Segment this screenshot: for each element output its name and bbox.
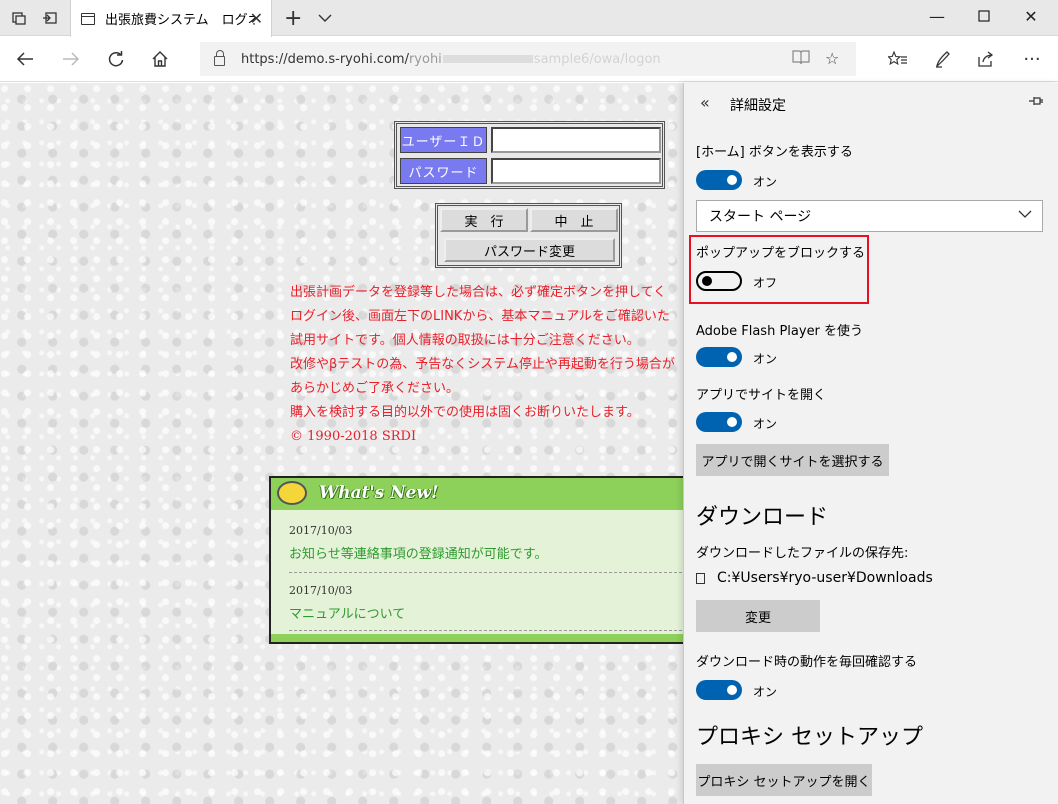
favorites-list-icon[interactable] [885,47,911,71]
home-page-select[interactable]: スタート ページ [696,200,1043,232]
download-location-label: ダウンロードしたファイルの保存先: [696,546,909,561]
flash-setting-label: Adobe Flash Player を使う [696,324,864,339]
url-path-start: ryohi [408,51,442,67]
home-icon[interactable] [147,47,173,71]
notice-item: 出張計画データを登録等した場合は、必ず確定ボタンを押してく [290,285,667,300]
home-button-setting-label: [ホーム] ボタンを表示する [696,145,853,160]
url-path-end: sample6/owa/logon [533,51,661,67]
open-in-app-toggle-state: オン [753,417,778,431]
navigation-bar: https://demo.s-ryohi.com/ryohi sample6/ow… [0,37,1058,82]
panel-title: 詳細設定 [730,98,786,114]
choose-sites-button[interactable]: アプリで開くサイトを選択する [696,444,889,476]
page-favicon-icon [81,12,95,25]
ask-download-toggle-state: オン [753,685,778,699]
ask-download-toggle[interactable] [696,680,742,700]
maximize-icon[interactable] [969,7,999,26]
refresh-icon[interactable] [103,47,129,71]
user-id-input[interactable] [491,127,661,153]
flash-toggle[interactable] [696,347,742,367]
active-tab[interactable]: 出張旅費システム ログオ ✕ [70,0,272,37]
lock-icon [214,50,225,66]
proxy-heading: プロキシ セットアップ [696,725,923,750]
home-button-toggle[interactable] [696,170,742,190]
home-button-toggle-state: オン [753,175,778,189]
window-close-icon[interactable]: ✕ [1016,7,1046,26]
reading-view-icon[interactable] [792,49,810,69]
favorite-star-icon[interactable]: ☆ [825,49,839,68]
chevron-down-icon [1018,207,1032,223]
notice-item: 試用サイトです。個人情報の取扱には十分ご注意ください。 [290,333,640,348]
divider [289,572,683,573]
set-aside-icon[interactable] [41,9,59,27]
advanced-settings-panel: « 詳細設定 [ホーム] ボタンを表示する オン スタート ページ ポップアップ… [683,83,1058,804]
news-date: 2017/10/03 [289,584,353,597]
popup-block-toggle[interactable] [696,271,742,291]
open-in-app-toggle[interactable] [696,412,742,432]
pen-icon[interactable] [930,47,956,71]
notice-item: 購入を検討する目的以外での使用は固くお断りいたします。 [290,405,640,420]
copyright: © 1990-2018 SRDI [290,429,417,444]
url-redacted [442,55,533,63]
forward-icon[interactable] [58,47,84,71]
cancel-button[interactable]: 中 止 [530,208,618,232]
handshake-icon [277,481,307,505]
divider [289,630,683,631]
news-item: 2017/10/03 お知らせ等連絡事項の登録通知が可能です。 [289,524,547,562]
open-proxy-setup-button[interactable]: プロキシ セットアップを開く [696,764,872,796]
download-path-text: C:¥Users¥ryo-user¥Downloads [717,570,933,586]
minimize-icon[interactable]: — [922,7,952,26]
close-icon[interactable]: ✕ [250,9,263,28]
password-input[interactable] [491,158,661,184]
user-id-label: ユーザーＩＤ [400,127,487,153]
double-chevron-left-icon[interactable]: « [700,93,710,112]
ask-download-label: ダウンロード時の動作を毎回確認する [696,655,918,670]
notice-list: 出張計画データを登録等した場合は、必ず確定ボタンを押してく ログイン後、画面左下… [290,281,675,449]
notice-item: あらかじめご了承ください。 [290,381,460,396]
news-link[interactable]: マニュアルについて [289,603,405,622]
news-date: 2017/10/03 [289,524,353,537]
back-icon[interactable] [12,47,38,71]
web-page: ユーザーＩＤ パスワード 実 行 中 止 パスワード変更 出張計画データを登録等… [0,83,683,804]
change-password-button[interactable]: パスワード変更 [444,238,615,262]
title-bar: 出張旅費システム ログオ ✕ + — ✕ [0,0,1058,37]
whats-new-box: What's New! 2017/10/03 お知らせ等連絡事項の登録通知が可能… [269,476,683,644]
download-path: C:¥Users¥ryo-user¥Downloads [696,570,933,586]
execute-button[interactable]: 実 行 [440,208,528,232]
plus-icon[interactable]: + [284,6,302,31]
password-label: パスワード [400,158,487,184]
popup-block-toggle-state: オフ [753,276,778,290]
notice-item: ログイン後、画面左下のLINKから、基本マニュアルをご確認いた [290,309,670,324]
address-bar[interactable]: https://demo.s-ryohi.com/ryohi sample6/ow… [200,42,856,76]
share-icon[interactable] [973,47,999,71]
chevron-down-icon[interactable] [318,8,332,27]
change-download-location-button[interactable]: 変更 [696,600,820,632]
url-host: https://demo.s-ryohi.com/ [241,51,409,67]
login-form: ユーザーＩＤ パスワード [394,121,665,189]
open-in-app-label: アプリでサイトを開く [696,388,827,403]
whats-new-title: What's New! [319,483,439,503]
login-buttons: 実 行 中 止 パスワード変更 [435,203,622,268]
news-item: 2017/10/03 マニュアルについて [289,584,405,622]
folder-icon [696,572,705,584]
tab-title: 出張旅費システム ログオ [105,13,255,28]
flash-toggle-state: オン [753,352,778,366]
pin-icon[interactable] [1028,95,1044,111]
news-link[interactable]: お知らせ等連絡事項の登録通知が可能です。 [289,543,547,562]
popup-block-label: ポップアップをブロックする [696,246,866,261]
tabs-icon[interactable] [10,9,28,27]
whats-new-footer [271,634,683,642]
whats-new-header: What's New! [271,478,683,510]
notice-item: 改修やβテストの為、予告なくシステム停止や再起動を行う場合が [290,357,675,372]
download-heading: ダウンロード [696,505,829,530]
more-icon[interactable]: ··· [1019,47,1045,71]
home-page-select-value: スタート ページ [709,209,812,225]
